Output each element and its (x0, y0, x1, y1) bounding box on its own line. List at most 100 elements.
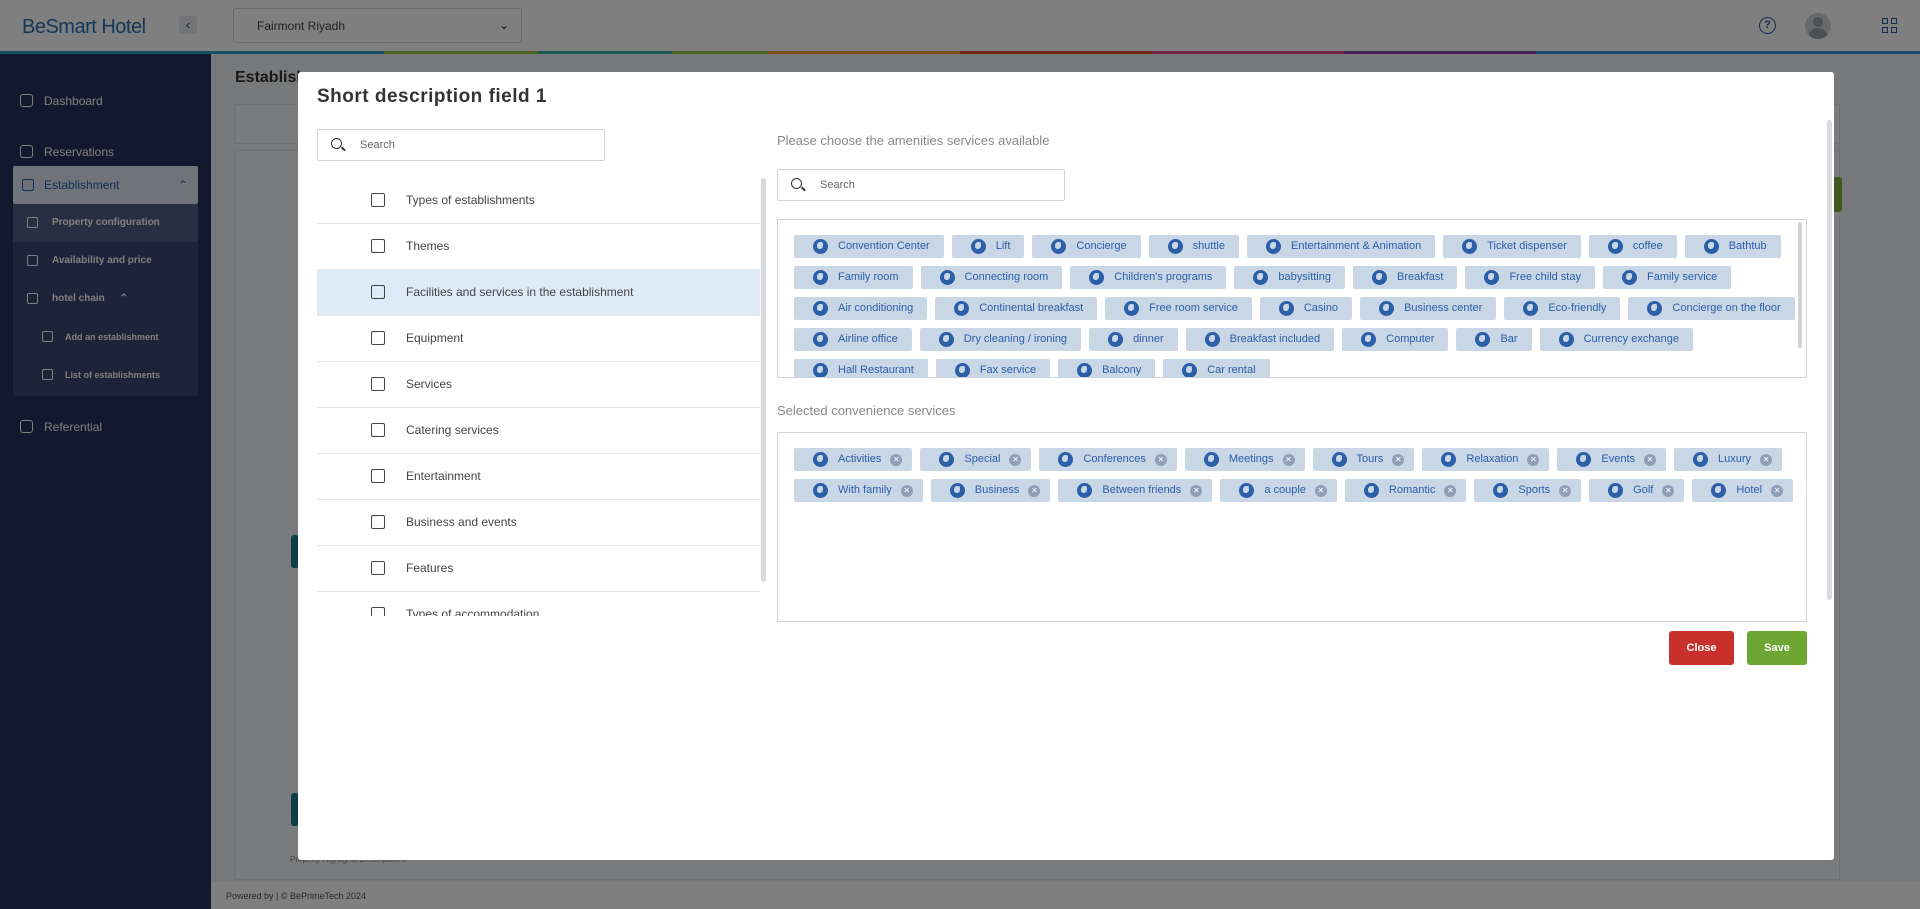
available-service-tag[interactable]: Dry cleaning / ironing (919, 328, 1082, 351)
selected-service-tag[interactable]: Luxury ✕ (1674, 448, 1783, 471)
globe-icon (970, 239, 986, 254)
selected-service-tag[interactable]: Hotel ✕ (1692, 479, 1794, 502)
selected-service-tag[interactable]: Relaxation ✕ (1422, 448, 1550, 471)
available-service-tag[interactable]: Currency exchange (1539, 328, 1693, 351)
available-service-tag[interactable]: Bar (1456, 328, 1532, 351)
category-item[interactable]: Services (317, 362, 760, 408)
available-service-tag[interactable]: coffee (1588, 235, 1677, 258)
remove-icon[interactable]: ✕ (1644, 454, 1657, 466)
available-service-tag[interactable]: Hall Restaurant (794, 359, 928, 377)
selected-service-tag[interactable]: Meetings ✕ (1184, 448, 1305, 471)
modal-scrollbar[interactable] (1827, 120, 1832, 600)
service-label: Airline office (838, 333, 898, 345)
available-service-tag[interactable]: Children's programs (1070, 266, 1227, 289)
category-search[interactable] (317, 129, 605, 161)
category-item[interactable]: Features (317, 546, 760, 592)
category-scrollbar[interactable] (761, 178, 766, 582)
available-service-tag[interactable]: Breakfast (1352, 266, 1458, 289)
service-label: Romantic (1388, 484, 1436, 496)
services-search-input[interactable] (820, 170, 1020, 200)
category-item[interactable]: Entertainment (317, 454, 760, 500)
available-service-tag[interactable]: dinner (1089, 328, 1178, 351)
selected-service-tag[interactable]: Events ✕ (1557, 448, 1667, 471)
close-button[interactable]: Close (1669, 631, 1734, 665)
available-service-tag[interactable]: Airline office (794, 328, 912, 351)
selected-service-tag[interactable]: Between friends ✕ (1058, 479, 1213, 502)
globe-icon (1331, 452, 1347, 467)
available-service-tag[interactable]: Family service (1602, 266, 1732, 289)
selected-service-tag[interactable]: Activities ✕ (794, 448, 913, 471)
selected-service-tag[interactable]: Sports ✕ (1474, 479, 1582, 502)
available-service-tag[interactable]: Business center (1360, 297, 1497, 320)
available-service-tag[interactable]: Connecting room (920, 266, 1063, 289)
available-service-tag[interactable]: Bathtub (1684, 235, 1781, 258)
selected-service-tag[interactable]: Romantic ✕ (1344, 479, 1467, 502)
remove-icon[interactable]: ✕ (1444, 485, 1457, 497)
available-service-tag[interactable]: Concierge on the floor (1628, 297, 1795, 320)
remove-icon[interactable]: ✕ (1662, 485, 1675, 497)
available-service-tag[interactable]: Concierge (1032, 235, 1141, 258)
available-service-tag[interactable]: Family room (794, 266, 913, 289)
available-service-tag[interactable]: Entertainment & Animation (1246, 235, 1436, 258)
available-service-tag[interactable]: shuttle (1148, 235, 1239, 258)
smile-icon (371, 469, 385, 483)
equipment-icon (371, 331, 385, 345)
service-label: Luxury (1718, 453, 1752, 465)
remove-icon[interactable]: ✕ (1282, 454, 1295, 466)
category-item[interactable]: Themes (317, 224, 760, 270)
remove-icon[interactable]: ✕ (1154, 454, 1167, 466)
service-label: Currency exchange (1583, 333, 1679, 345)
selected-service-tag[interactable]: Special ✕ (920, 448, 1032, 471)
remove-icon[interactable]: ✕ (1760, 454, 1773, 466)
globe-icon (1182, 363, 1198, 377)
services-search[interactable] (777, 169, 1065, 201)
remove-icon[interactable]: ✕ (890, 454, 903, 466)
available-service-tag[interactable]: Air conditioning (794, 297, 928, 320)
available-service-tag[interactable]: Free child stay (1465, 266, 1595, 289)
category-search-input[interactable] (360, 130, 560, 160)
available-service-tag[interactable]: Continental breakfast (935, 297, 1098, 320)
remove-icon[interactable]: ✕ (900, 485, 913, 497)
remove-icon[interactable]: ✕ (1392, 454, 1405, 466)
category-item[interactable]: Equipment (317, 316, 760, 362)
service-label: Fax service (979, 364, 1037, 376)
available-service-tag[interactable]: Fax service (935, 359, 1051, 377)
category-item[interactable]: Types of establishments (317, 178, 760, 224)
remove-icon[interactable]: ✕ (1559, 485, 1572, 497)
available-service-tag[interactable]: Computer (1342, 328, 1449, 351)
save-button[interactable]: Save (1747, 631, 1807, 665)
available-service-tag[interactable]: Convention Center (794, 235, 944, 258)
service-label: Dry cleaning / ironing (963, 333, 1068, 345)
category-item[interactable]: Business and events (317, 500, 760, 546)
available-service-tag[interactable]: babysitting (1234, 266, 1345, 289)
available-service-tag[interactable]: Lift (951, 235, 1025, 258)
category-label: Types of accommodation (406, 607, 540, 616)
service-label: Golf (1633, 484, 1654, 496)
selected-service-tag[interactable]: With family ✕ (794, 479, 923, 502)
globe-icon (1711, 483, 1727, 498)
remove-icon[interactable]: ✕ (1190, 485, 1203, 497)
selected-service-tag[interactable]: Conferences ✕ (1039, 448, 1177, 471)
available-service-tag[interactable]: Ticket dispenser (1443, 235, 1581, 258)
available-services-scrollbar[interactable] (1798, 222, 1802, 348)
selected-service-tag[interactable]: Golf ✕ (1589, 479, 1685, 502)
available-service-tag[interactable]: Casino (1259, 297, 1353, 320)
selected-service-tag[interactable]: a couple ✕ (1220, 479, 1337, 502)
category-label: Facilities and services in the establish… (406, 285, 634, 299)
available-service-tag[interactable]: Car rental (1163, 359, 1270, 377)
category-item[interactable]: Catering services (317, 408, 760, 454)
available-service-tag[interactable]: Eco-friendly (1504, 297, 1621, 320)
remove-icon[interactable]: ✕ (1527, 454, 1540, 466)
selected-service-tag[interactable]: Tours ✕ (1312, 448, 1415, 471)
globe-icon (1493, 483, 1509, 498)
category-item-active[interactable]: Facilities and services in the establish… (317, 270, 760, 316)
remove-icon[interactable]: ✕ (1771, 485, 1784, 497)
available-service-tag[interactable]: Free room service (1105, 297, 1252, 320)
remove-icon[interactable]: ✕ (1009, 454, 1022, 466)
remove-icon[interactable]: ✕ (1314, 485, 1327, 497)
remove-icon[interactable]: ✕ (1028, 485, 1041, 497)
available-service-tag[interactable]: Breakfast included (1185, 328, 1335, 351)
category-item[interactable]: Types of accommodation (317, 592, 760, 616)
available-service-tag[interactable]: Balcony (1058, 359, 1156, 377)
selected-service-tag[interactable]: Business ✕ (930, 479, 1051, 502)
